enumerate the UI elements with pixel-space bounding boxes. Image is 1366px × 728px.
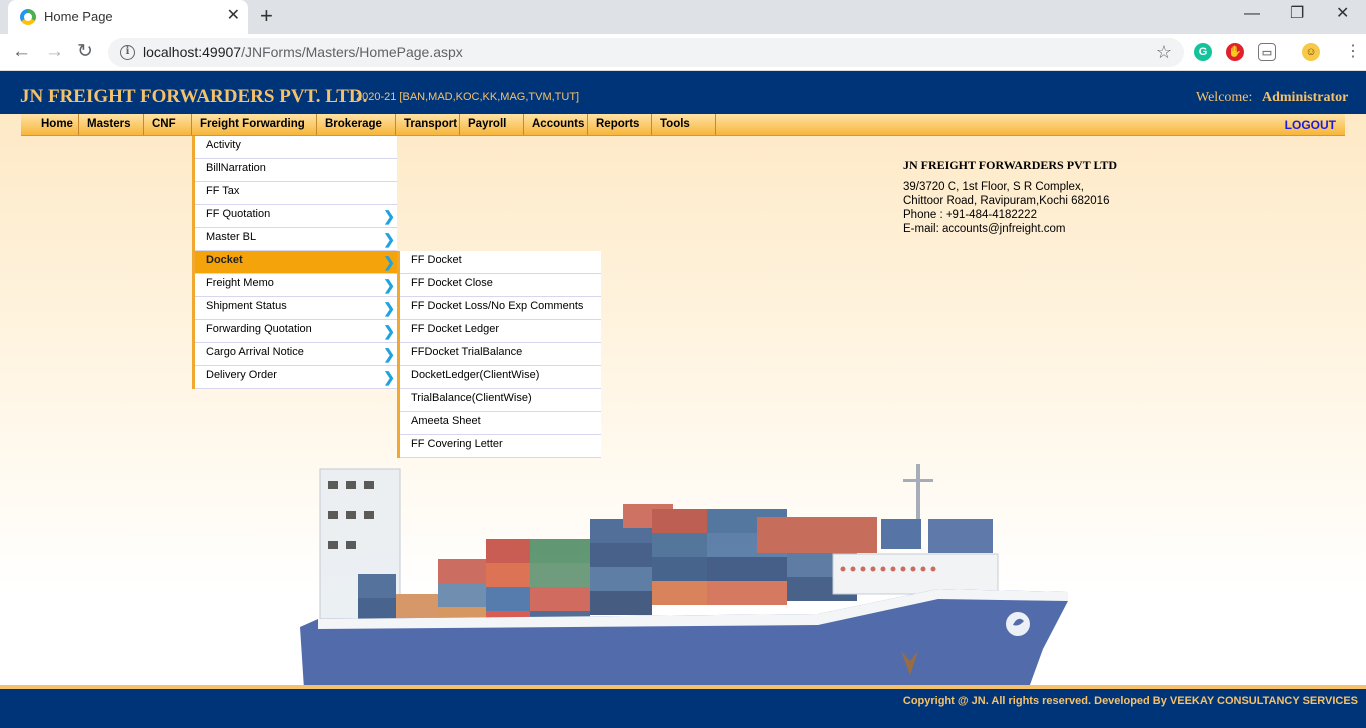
dd-billnarration[interactable]: BillNarration xyxy=(195,159,397,182)
chevron-right-icon: ❯ xyxy=(383,300,395,316)
chrome-menu-icon[interactable]: ⋮ xyxy=(1345,41,1361,63)
sub-trialbalance-clientwise[interactable]: TrialBalance(ClientWise) xyxy=(400,389,601,412)
chevron-right-icon: ❯ xyxy=(383,323,395,339)
dd-activity[interactable]: Activity xyxy=(195,136,397,159)
chevron-right-icon: ❯ xyxy=(383,208,395,224)
dd-shipment-status[interactable]: Shipment Status ❯ xyxy=(195,297,397,320)
close-tab-icon[interactable]: ✕ xyxy=(227,7,240,25)
bookmark-star-icon[interactable]: ☆ xyxy=(1156,42,1172,63)
sub-ff-docket-loss[interactable]: FF Docket Loss/No Exp Comments xyxy=(400,297,601,320)
address-line: Chittoor Road, Ravipuram,Kochi 682016 xyxy=(903,195,1110,207)
welcome-label: Welcome: xyxy=(1196,90,1253,105)
site-footer: Copyright @ JN. All rights reserved. Dev… xyxy=(0,689,1366,728)
main-menu-bar: Home Masters CNF Freight Forwarding Brok… xyxy=(21,114,1345,136)
dd-forwarding-quotation[interactable]: Forwarding Quotation ❯ xyxy=(195,320,397,343)
new-tab-icon[interactable]: + xyxy=(260,4,273,28)
menu-accounts[interactable]: Accounts xyxy=(524,114,588,135)
menu-freight-forwarding[interactable]: Freight Forwarding xyxy=(192,114,317,135)
dd-cargo-arrival-notice[interactable]: Cargo Arrival Notice ❯ xyxy=(195,343,397,366)
browser-toolbar: ← → ↻ i localhost:49907/JNForms/Masters/… xyxy=(0,34,1366,71)
menu-masters[interactable]: Masters xyxy=(79,114,144,135)
menu-payroll[interactable]: Payroll xyxy=(460,114,524,135)
page-favicon-icon xyxy=(20,9,36,25)
chevron-right-icon: ❯ xyxy=(383,346,395,362)
sub-ff-docket-ledger[interactable]: FF Docket Ledger xyxy=(400,320,601,343)
chevron-right-icon: ❯ xyxy=(383,254,395,270)
adblock-extension-icon[interactable]: ✋ xyxy=(1226,43,1244,61)
company-name: JN FREIGHT FORWARDERS PVT. LTD. xyxy=(20,86,368,107)
sub-docketledger-clientwise[interactable]: DocketLedger(ClientWise) xyxy=(400,366,601,389)
page-body: JN FREIGHT FORWARDERS PVT. LTD. 2020-21 … xyxy=(0,71,1366,728)
tab-title: Home Page xyxy=(44,9,113,24)
sub-ff-docket-close[interactable]: FF Docket Close xyxy=(400,274,601,297)
address-bar[interactable]: i localhost:49907/JNForms/Masters/HomePa… xyxy=(108,38,1184,67)
profile-avatar-icon[interactable]: ☺ xyxy=(1302,43,1320,61)
grammarly-extension-icon[interactable]: G xyxy=(1194,43,1212,61)
address-line: 39/3720 C, 1st Floor, S R Complex, xyxy=(903,181,1084,193)
phone-line: Phone : +91-484-4182222 xyxy=(903,209,1037,221)
chevron-right-icon: ❯ xyxy=(383,231,395,247)
sub-ffdocket-trialbalance[interactable]: FFDocket TrialBalance xyxy=(400,343,601,366)
menu-cnf[interactable]: CNF xyxy=(144,114,192,135)
dd-ff-tax[interactable]: FF Tax xyxy=(195,182,397,205)
menu-brokerage[interactable]: Brokerage xyxy=(317,114,396,135)
sub-ameeta-sheet[interactable]: Ameeta Sheet xyxy=(400,412,601,435)
username: Administrator xyxy=(1262,90,1349,105)
window-close-icon[interactable]: ✕ xyxy=(1336,5,1349,23)
docket-submenu: FF Docket FF Docket Close FF Docket Loss… xyxy=(397,251,601,458)
copyright-text: Copyright @ JN. All rights reserved. Dev… xyxy=(902,695,1358,707)
browser-tab-strip: Home Page ✕ + — ❐ ✕ xyxy=(0,0,1366,34)
reload-icon[interactable]: ↻ xyxy=(77,41,93,63)
financial-year-branches: 2020-21 [BAN,MAD,KOC,KK,MAG,TVM,TUT] xyxy=(356,91,580,103)
chevron-right-icon: ❯ xyxy=(383,369,395,385)
dd-master-bl[interactable]: Master BL ❯ xyxy=(195,228,397,251)
cast-extension-icon[interactable]: ▭ xyxy=(1258,43,1276,61)
minimize-icon[interactable]: — xyxy=(1244,5,1260,23)
email-line: E-mail: accounts@jnfreight.com xyxy=(903,223,1066,235)
company-address: JN FREIGHT FORWARDERS PVT LTD 39/3720 C,… xyxy=(903,158,1117,236)
site-header: JN FREIGHT FORWARDERS PVT. LTD. 2020-21 … xyxy=(0,71,1366,114)
dd-ff-quotation[interactable]: FF Quotation ❯ xyxy=(195,205,397,228)
menu-tools[interactable]: Tools xyxy=(652,114,716,135)
address-title: JN FREIGHT FORWARDERS PVT LTD xyxy=(903,158,1118,172)
menu-reports[interactable]: Reports xyxy=(588,114,652,135)
freight-forwarding-dropdown: Activity BillNarration FF Tax FF Quotati… xyxy=(192,136,397,389)
dd-delivery-order[interactable]: Delivery Order ❯ xyxy=(195,366,397,389)
back-arrow-icon[interactable]: ← xyxy=(12,41,31,63)
sub-ff-docket[interactable]: FF Docket xyxy=(400,251,601,274)
menu-home[interactable]: Home xyxy=(33,114,79,135)
browser-tab[interactable]: Home Page ✕ xyxy=(8,0,248,34)
url-text[interactable]: localhost:49907/JNForms/Masters/HomePage… xyxy=(143,44,463,60)
dd-docket[interactable]: Docket ❯ xyxy=(195,251,397,274)
dd-freight-memo[interactable]: Freight Memo ❯ xyxy=(195,274,397,297)
logout-link[interactable]: LOGOUT xyxy=(1285,118,1336,132)
restore-icon[interactable]: ❐ xyxy=(1290,5,1304,23)
chevron-right-icon: ❯ xyxy=(383,277,395,293)
site-info-icon[interactable]: i xyxy=(120,45,135,60)
menu-transport[interactable]: Transport xyxy=(396,114,460,135)
sub-ff-covering-letter[interactable]: FF Covering Letter xyxy=(400,435,601,458)
forward-arrow-icon[interactable]: → xyxy=(45,41,64,63)
